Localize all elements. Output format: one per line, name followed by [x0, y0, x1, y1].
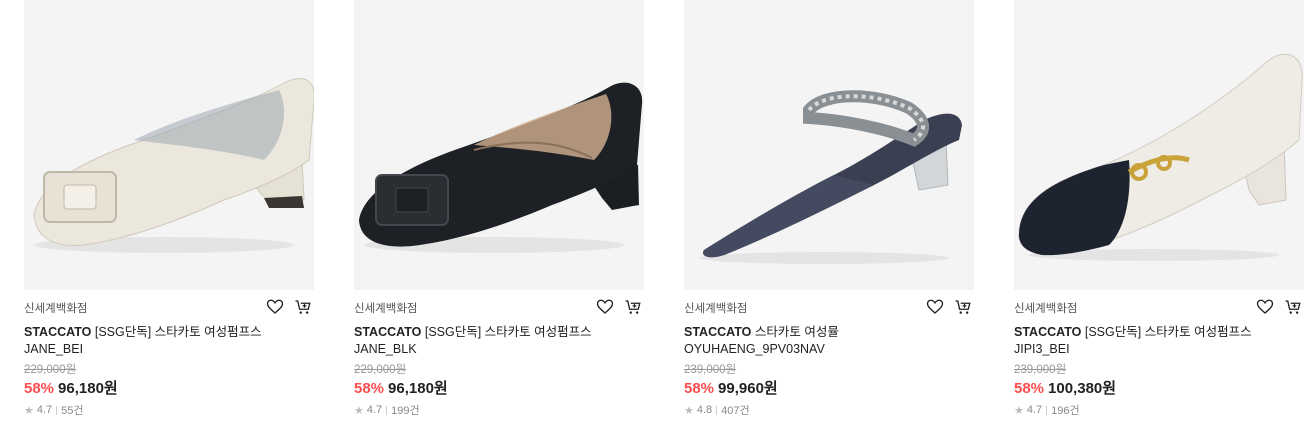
wishlist-button[interactable] [594, 296, 616, 318]
discount-rate: 58% [684, 380, 715, 397]
card-actions [1254, 296, 1304, 318]
product-title[interactable]: STACCATO 스타카토 여성뮬 OYUHAENG_9PV03NAV [684, 324, 954, 358]
divider [56, 405, 58, 415]
shoe-pump-ivory-black-toe-icon [1018, 53, 1303, 261]
discount-rate: 58% [24, 380, 55, 397]
star-icon: ★ [24, 404, 34, 417]
wishlist-button[interactable] [924, 296, 946, 318]
store-name: 신세계백화점 [684, 303, 748, 315]
original-price: 239,000원 [1014, 364, 1067, 376]
store-name: 신세계백화점 [24, 303, 88, 315]
rating-summary: ★ 4.7 196건 [1014, 402, 1080, 418]
product-title[interactable]: STACCATO [SSG단독] 스타카토 여성펌프스 JANE_BEI [24, 324, 294, 358]
brand-name: STACCATO [354, 325, 422, 339]
add-to-cart-button[interactable] [952, 296, 974, 318]
sale-price-line: 58% 96,180원 [24, 377, 118, 398]
brand-name: STACCATO [24, 325, 92, 339]
wishlist-button[interactable] [1254, 296, 1276, 318]
product-title[interactable]: STACCATO [SSG단독] 스타카토 여성펌프스 JIPI3_BEI [1014, 324, 1284, 358]
product-title[interactable]: STACCATO [SSG단독] 스타카토 여성펌프스 JANE_BLK [354, 324, 624, 358]
sale-price-line: 58% 99,960원 [684, 377, 778, 398]
sale-price-line: 58% 100,380원 [1014, 377, 1116, 398]
product-image[interactable] [24, 0, 314, 290]
original-price: 229,000원 [24, 364, 77, 376]
add-to-cart-button[interactable] [622, 296, 644, 318]
rating-summary: ★ 4.7 55건 [24, 402, 84, 418]
rating-score: 4.8 [696, 404, 713, 416]
product-grid: 신세계백화점 STACCATO [SSG단독] 스타카토 여성펌프스 JANE_… [24, 0, 1304, 435]
star-icon: ★ [354, 404, 364, 417]
divider [716, 405, 718, 415]
review-count: 199건 [391, 405, 420, 417]
rating-summary: ★ 4.8 407건 [684, 402, 750, 418]
cart-icon [955, 300, 971, 314]
sale-price: 96,180원 [58, 380, 118, 397]
cart-icon [295, 300, 311, 314]
heart-icon [1256, 299, 1274, 314]
sale-price: 99,960원 [718, 380, 778, 397]
original-price: 229,000원 [354, 364, 407, 376]
add-to-cart-button[interactable] [1282, 296, 1304, 318]
rating-score: 4.7 [366, 404, 383, 416]
rating-score: 4.7 [36, 404, 53, 416]
star-icon: ★ [684, 404, 694, 417]
add-to-cart-button[interactable] [292, 296, 314, 318]
review-count: 196건 [1051, 405, 1080, 417]
heart-icon [266, 299, 284, 314]
discount-rate: 58% [1014, 380, 1045, 397]
card-actions [594, 296, 644, 318]
original-price: 239,000원 [684, 364, 737, 376]
discount-rate: 58% [354, 380, 385, 397]
heart-icon [596, 299, 614, 314]
sale-price: 96,180원 [388, 380, 448, 397]
rating-summary: ★ 4.7 199건 [354, 402, 420, 418]
star-icon: ★ [1014, 404, 1024, 417]
product-image[interactable] [684, 0, 974, 290]
review-count: 55건 [61, 405, 84, 417]
sale-price: 100,380원 [1048, 380, 1117, 397]
heart-icon [926, 299, 944, 314]
store-name: 신세계백화점 [1014, 303, 1078, 315]
sale-price-line: 58% 96,180원 [354, 377, 448, 398]
card-actions [264, 296, 314, 318]
cart-icon [625, 300, 641, 314]
product-image[interactable] [1014, 0, 1304, 290]
review-count: 407건 [721, 405, 750, 417]
divider [1046, 405, 1048, 415]
rating-score: 4.7 [1026, 404, 1043, 416]
cart-icon [1285, 300, 1301, 314]
divider [386, 405, 388, 415]
shoe-mule-navy-icon [699, 90, 962, 264]
card-actions [924, 296, 974, 318]
brand-name: STACCATO [684, 325, 752, 339]
shoe-pump-beige-icon [33, 78, 314, 253]
wishlist-button[interactable] [264, 296, 286, 318]
shoe-pump-black-icon [359, 82, 643, 253]
store-name: 신세계백화점 [354, 303, 418, 315]
brand-name: STACCATO [1014, 325, 1082, 339]
product-image[interactable] [354, 0, 644, 290]
